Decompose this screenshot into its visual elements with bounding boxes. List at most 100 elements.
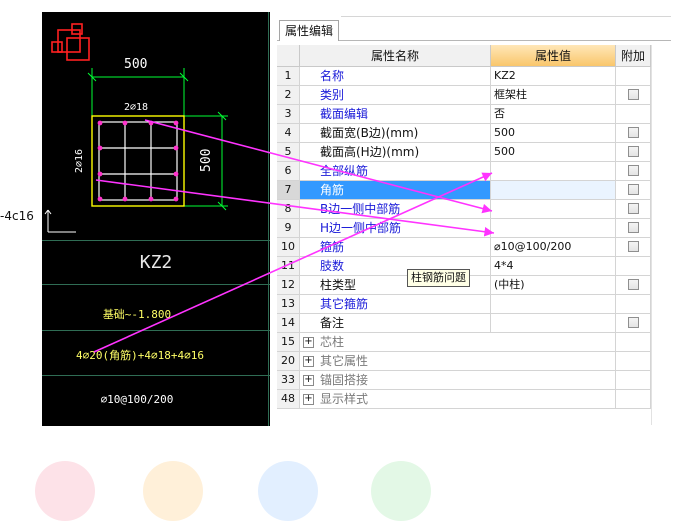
property-value[interactable]: KZ2	[491, 67, 616, 86]
group-name: 显示样式	[320, 392, 369, 406]
property-value[interactable]	[491, 200, 616, 219]
property-value[interactable]	[491, 181, 616, 200]
header-property-name[interactable]: 属性名称	[300, 45, 491, 67]
elevation-text: 基础~-1.800	[102, 308, 172, 321]
attach-cell	[616, 143, 651, 162]
property-row[interactable]: 1 名称 KZ2	[277, 67, 651, 86]
property-row[interactable]: 6 全部纵筋	[277, 162, 651, 181]
row-number: 2	[277, 86, 300, 105]
property-row[interactable]: 4 截面宽(B边)(mm) 500	[277, 124, 651, 143]
group-name: 芯柱	[320, 335, 345, 349]
property-value[interactable]: (中柱)	[491, 276, 616, 295]
property-group-row[interactable]: 33 + 锚固搭接	[277, 371, 651, 390]
attach-cell	[616, 295, 651, 314]
attach-checkbox[interactable]	[628, 241, 639, 252]
property-value[interactable]: 500	[491, 143, 616, 162]
property-value[interactable]	[491, 295, 616, 314]
attach-cell	[616, 181, 651, 200]
property-value[interactable]	[491, 219, 616, 238]
row-number: 13	[277, 295, 300, 314]
row-number: 12	[277, 276, 300, 295]
property-row[interactable]: 8 B边一侧中部筋	[277, 200, 651, 219]
group-name-cell[interactable]: + 芯柱	[300, 333, 616, 352]
property-value[interactable]: 否	[491, 105, 616, 124]
group-name-cell[interactable]: + 显示样式	[300, 390, 616, 409]
property-name[interactable]: 截面宽(B边)(mm)	[300, 124, 491, 143]
property-group-row[interactable]: 48 + 显示样式	[277, 390, 651, 409]
property-name[interactable]: 截面高(H边)(mm)	[300, 143, 491, 162]
expand-icon[interactable]: +	[303, 394, 314, 405]
row-number: 4	[277, 124, 300, 143]
property-name[interactable]: H边一侧中部筋	[300, 219, 491, 238]
property-name[interactable]: 截面编辑	[300, 105, 491, 124]
attach-checkbox[interactable]	[628, 279, 639, 290]
stirrups-text: ⌀10@100/200	[100, 393, 174, 406]
property-group-row[interactable]: 20 + 其它属性	[277, 352, 651, 371]
property-value[interactable]	[491, 162, 616, 181]
attach-checkbox[interactable]	[628, 127, 639, 138]
group-name-cell[interactable]: + 锚固搭接	[300, 371, 616, 390]
column-section-drawing	[44, 23, 228, 233]
header-row-number	[277, 45, 300, 67]
property-group-row[interactable]: 15 + 芯柱	[277, 333, 651, 352]
corner-bar-label: 2⌀18	[124, 102, 149, 113]
property-name[interactable]: 备注	[300, 314, 491, 333]
attach-checkbox[interactable]	[628, 317, 639, 328]
attach-cell	[616, 352, 651, 371]
property-value[interactable]: 500	[491, 124, 616, 143]
longitudinal-bars-text: 4⌀20(角筋)+4⌀18+4⌀16	[76, 349, 204, 362]
property-name[interactable]: 全部纵筋	[300, 162, 491, 181]
cad-drawing-canvas[interactable]: 500 500 2⌀18 2⌀16 KZ2 基础~-1.800 4⌀20(角筋)…	[42, 12, 270, 426]
attach-checkbox[interactable]	[628, 165, 639, 176]
property-row[interactable]: 14 备注	[277, 314, 651, 333]
property-name[interactable]: 箍筋	[300, 238, 491, 257]
attach-cell	[616, 105, 651, 124]
tooltip: 柱钢筋问题	[407, 269, 470, 287]
attach-cell	[616, 162, 651, 181]
property-row[interactable]: 7 角筋	[277, 181, 651, 200]
property-row[interactable]: 9 H边一侧中部筋	[277, 219, 651, 238]
attach-checkbox[interactable]	[628, 203, 639, 214]
row-number: 1	[277, 67, 300, 86]
height-dimension-text: 500	[199, 148, 214, 172]
attach-checkbox[interactable]	[628, 89, 639, 100]
expand-icon[interactable]: +	[303, 356, 314, 367]
header-attach[interactable]: 附加	[616, 45, 651, 67]
attach-cell	[616, 333, 651, 352]
property-name[interactable]: 类别	[300, 86, 491, 105]
row-number: 3	[277, 105, 300, 124]
attach-cell	[616, 257, 651, 276]
row-number: 9	[277, 219, 300, 238]
row-number: 5	[277, 143, 300, 162]
attach-checkbox[interactable]	[628, 222, 639, 233]
panel-tab-bar: 属性编辑	[277, 14, 671, 41]
property-name[interactable]: 名称	[300, 67, 491, 86]
property-row[interactable]: 13 其它箍筋	[277, 295, 651, 314]
attach-cell	[616, 276, 651, 295]
property-value[interactable]	[491, 314, 616, 333]
tab-property-edit[interactable]: 属性编辑	[279, 20, 340, 41]
property-value[interactable]: ⌀10@100/200	[491, 238, 616, 257]
group-name: 其它属性	[320, 354, 369, 368]
property-name[interactable]: B边一侧中部筋	[300, 200, 491, 219]
attach-checkbox[interactable]	[628, 146, 639, 157]
group-name: 锚固搭接	[320, 373, 369, 387]
property-value[interactable]: 4*4	[491, 257, 616, 276]
property-row[interactable]: 3 截面编辑否	[277, 105, 651, 124]
group-name-cell[interactable]: + 其它属性	[300, 352, 616, 371]
row-number: 48	[277, 390, 300, 409]
expand-icon[interactable]: +	[303, 337, 314, 348]
column-section-outline	[91, 115, 185, 207]
side-bar-label: 2⌀16	[74, 148, 85, 173]
row-number: 6	[277, 162, 300, 181]
attach-checkbox[interactable]	[628, 184, 639, 195]
attach-cell	[616, 390, 651, 409]
property-value[interactable]: 框架柱	[491, 86, 616, 105]
property-name[interactable]: 其它箍筋	[300, 295, 491, 314]
property-row[interactable]: 10 箍筋 ⌀10@100/200	[277, 238, 651, 257]
expand-icon[interactable]: +	[303, 375, 314, 386]
property-row[interactable]: 5 截面高(H边)(mm) 500	[277, 143, 651, 162]
header-property-value[interactable]: 属性值	[491, 45, 616, 67]
property-name[interactable]: 角筋	[300, 181, 491, 200]
property-row[interactable]: 2 类别 框架柱	[277, 86, 651, 105]
